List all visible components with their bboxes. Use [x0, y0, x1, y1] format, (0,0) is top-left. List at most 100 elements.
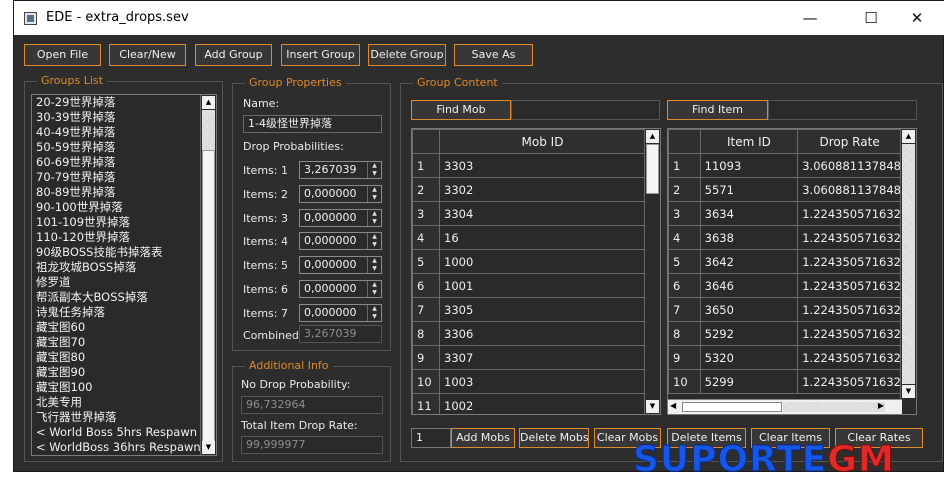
probability-spinbox[interactable]: 3,267039 ▲ ▼ — [299, 161, 382, 179]
row-number[interactable]: 10 — [668, 369, 701, 394]
row-number[interactable]: 9 — [668, 345, 701, 370]
row-number[interactable]: 6 — [412, 273, 440, 298]
item-table-row[interactable]: 7 3650 1.224350571632 — [668, 297, 902, 322]
item-id-cell[interactable]: 11093 — [699, 153, 799, 178]
group-list-item[interactable]: 飞行器世界掉落 — [32, 410, 216, 425]
item-id-cell[interactable]: 5571 — [699, 177, 799, 202]
group-list-item[interactable]: 藏宝图80 — [32, 350, 216, 365]
drop-rate-header[interactable]: Drop Rate — [797, 129, 902, 154]
mob-id-cell[interactable]: 1001 — [439, 273, 646, 298]
row-number[interactable]: 3 — [668, 201, 701, 226]
item-id-cell[interactable]: 3634 — [699, 201, 799, 226]
spin-arrows-icon[interactable]: ▲ ▼ — [367, 304, 381, 321]
find-item-button[interactable]: Find Item — [667, 100, 768, 120]
row-number[interactable]: 1 — [668, 153, 701, 178]
scroll-thumb[interactable] — [202, 150, 215, 442]
item-id-header[interactable]: Item ID — [699, 129, 799, 154]
drop-rate-cell[interactable]: 1.224350571632 — [797, 201, 902, 226]
mob-id-cell[interactable]: 3302 — [439, 177, 646, 202]
group-list-item[interactable]: 藏宝图70 — [32, 335, 216, 350]
spin-arrows-icon[interactable]: ▲ ▼ — [367, 233, 381, 250]
group-list-item[interactable]: 藏宝图100 — [32, 380, 216, 395]
groups-listbox[interactable]: 20-29世界掉落 30-39世界掉落 40-49世界掉落 50-59世界掉落 60-6… — [31, 94, 217, 456]
row-number[interactable]: 1 — [412, 153, 440, 178]
row-number[interactable]: 7 — [668, 297, 701, 322]
row-number[interactable]: 2 — [412, 177, 440, 202]
row-number[interactable]: 2 — [668, 177, 701, 202]
mob-id-cell[interactable]: 1000 — [439, 249, 646, 274]
mob-id-cell[interactable]: 16 — [439, 225, 646, 250]
item-table-row[interactable]: 2 5571 3.060881137848 — [668, 177, 902, 202]
mob-table-row[interactable]: 6 1001 — [412, 273, 646, 298]
group-list-item[interactable]: 50-59世界掉落 — [32, 140, 216, 155]
row-number[interactable]: 10 — [412, 369, 440, 394]
item-id-cell[interactable]: 5299 — [699, 369, 799, 394]
item-table-row[interactable]: 8 5292 1.224350571632 — [668, 321, 902, 346]
add-mobs-button[interactable]: Add Mobs — [451, 428, 515, 448]
scroll-down-arrow[interactable]: ▼ — [202, 441, 215, 454]
item-table-row[interactable]: 5 3642 1.224350571632 — [668, 249, 902, 274]
item-table-row[interactable]: 9 5320 1.224350571632 — [668, 345, 902, 370]
mob-table-row[interactable]: 2 3302 — [412, 177, 646, 202]
group-list-item[interactable]: 80-89世界掉落 — [32, 185, 216, 200]
item-table-row[interactable]: 1 11093 3.060881137848 — [668, 153, 902, 178]
item-id-cell[interactable]: 3638 — [699, 225, 799, 250]
group-list-item[interactable]: 修罗道 — [32, 275, 216, 290]
find-mob-input[interactable] — [511, 100, 660, 120]
probability-spinbox[interactable]: 0,000000 ▲ ▼ — [299, 208, 382, 227]
group-list-item[interactable]: 藏宝图60 — [32, 320, 216, 335]
item-table-row[interactable]: 3 3634 1.224350571632 — [668, 201, 902, 226]
item-id-cell[interactable]: 3650 — [699, 297, 799, 322]
close-button[interactable]: ✕ — [894, 1, 940, 35]
row-number[interactable]: 4 — [668, 225, 701, 250]
group-list-item[interactable]: 60-69世界掉落 — [32, 155, 216, 170]
probability-spinbox[interactable]: 0,000000 ▲ ▼ — [299, 256, 382, 275]
spin-arrows-icon[interactable]: ▲ ▼ — [367, 185, 381, 202]
save-as-button[interactable]: Save As — [454, 44, 533, 66]
mob-id-cell[interactable]: 3307 — [439, 345, 646, 370]
group-list-item[interactable]: 藏宝图90 — [32, 365, 216, 380]
mob-table-row[interactable]: 8 3306 — [412, 321, 646, 346]
drop-rate-cell[interactable]: 1.224350571632 — [797, 369, 902, 394]
item-id-cell[interactable]: 3646 — [699, 273, 799, 298]
group-name-field[interactable]: 1-4级怪世界掉落 — [243, 115, 382, 133]
hscroll-thumb[interactable] — [682, 402, 782, 412]
insert-group-button[interactable]: Insert Group — [281, 44, 360, 66]
mob-count-field[interactable]: 1 — [411, 428, 451, 448]
drop-rate-cell[interactable]: 1.224350571632 — [797, 249, 902, 274]
scroll-up-arrow[interactable]: ▲ — [202, 96, 215, 109]
row-number[interactable]: 6 — [668, 273, 701, 298]
spin-arrows-icon[interactable]: ▲ ▼ — [367, 281, 381, 297]
group-list-item[interactable]: < World Boss 5hrs Respawn > — [32, 425, 216, 440]
scroll-left-arrow[interactable]: ◀ — [670, 401, 676, 410]
drop-rate-cell[interactable]: 3.060881137848 — [797, 153, 902, 178]
mob-table-row[interactable]: 5 1000 — [412, 249, 646, 274]
group-list-item[interactable]: 祖龙攻城BOSS掉落 — [32, 260, 216, 275]
item-id-cell[interactable]: 5320 — [699, 345, 799, 370]
maximize-button[interactable]: ☐ — [848, 1, 894, 35]
row-number[interactable]: 3 — [412, 201, 440, 226]
group-list-item[interactable]: 110-120世界掉落 — [32, 230, 216, 245]
scroll-up-arrow[interactable]: ▲ — [902, 130, 915, 143]
mob-table-row[interactable]: 9 3307 — [412, 345, 646, 370]
group-list-item[interactable]: < WorldBoss 36hrs Respawn > — [32, 440, 216, 455]
drop-rate-cell[interactable]: 1.224350571632 — [797, 225, 902, 250]
item-table-row[interactable]: 10 5299 1.224350571632 — [668, 369, 902, 394]
find-item-input[interactable] — [768, 100, 917, 120]
item-table-row[interactable]: 4 3638 1.224350571632 — [668, 225, 902, 250]
row-number[interactable]: 8 — [412, 321, 440, 346]
row-number[interactable]: 5 — [668, 249, 701, 274]
probability-spinbox[interactable]: 0,000000 ▲ ▼ — [299, 184, 382, 203]
item-table-row[interactable]: 6 3646 1.224350571632 — [668, 273, 902, 298]
scroll-down-arrow[interactable]: ▼ — [902, 385, 915, 398]
mob-table-row[interactable]: 10 1003 — [412, 369, 646, 394]
item-id-cell[interactable]: 3642 — [699, 249, 799, 274]
find-mob-button[interactable]: Find Mob — [411, 100, 511, 120]
row-number[interactable]: 11 — [412, 393, 440, 414]
group-list-item[interactable]: 诗鬼任务掉落 — [32, 305, 216, 320]
scroll-thumb[interactable] — [646, 144, 659, 194]
delete-mobs-button[interactable]: Delete Mobs — [519, 428, 589, 448]
mob-id-cell[interactable]: 3306 — [439, 321, 646, 346]
probability-spinbox[interactable]: 0,000000 ▲ ▼ — [299, 303, 382, 322]
drop-rate-cell[interactable]: 1.224350571632 — [797, 273, 902, 298]
